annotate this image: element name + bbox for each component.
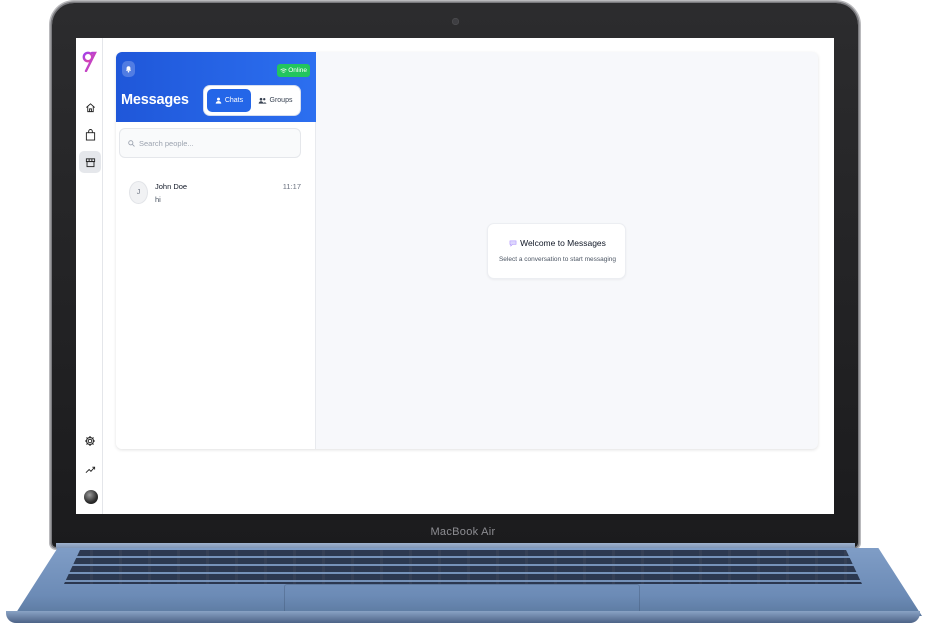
- notifications-button[interactable]: [122, 61, 135, 77]
- laptop-base: [6, 611, 920, 623]
- tab-chats-label: Chats: [224, 97, 244, 104]
- conversation-avatar: J: [129, 181, 148, 204]
- trackpad: [284, 584, 640, 612]
- welcome-title-row: Welcome to Messages: [488, 238, 627, 248]
- welcome-subtitle: Select a conversation to start messaging: [498, 256, 617, 263]
- trending-up-icon[interactable]: [79, 458, 101, 480]
- conversation-preview: hi: [155, 195, 161, 204]
- keyboard: [64, 550, 862, 584]
- home-icon[interactable]: [79, 96, 101, 118]
- users-icon: [258, 97, 267, 104]
- app-logo[interactable]: [81, 50, 99, 73]
- conversation-item[interactable]: J John Doe 11:17 hi: [122, 178, 304, 208]
- conversation-name: John Doe: [155, 182, 188, 191]
- search-icon: [128, 139, 135, 147]
- conversation-time: 11:17: [282, 182, 301, 191]
- device-brand-label: MacBook Air: [430, 526, 496, 538]
- page-title: Messages: [121, 92, 189, 108]
- app-sidebar: [76, 38, 103, 514]
- wifi-icon: [280, 68, 287, 73]
- webcam: [452, 18, 459, 25]
- search-box: [119, 128, 301, 158]
- bell-icon: [125, 66, 132, 73]
- tab-groups-label: Groups: [269, 97, 293, 104]
- chat-type-toggle: Chats Groups: [204, 86, 300, 115]
- welcome-title: Welcome to Messages: [520, 238, 606, 248]
- tab-groups[interactable]: Groups: [253, 89, 297, 112]
- chat-panel-header: Online Messages Chats Groups: [116, 52, 316, 122]
- chat-list-panel: Online Messages Chats Groups Search peop…: [116, 52, 316, 449]
- online-status-label: Online: [288, 67, 307, 74]
- online-status-badge: Online: [277, 64, 310, 77]
- search-input[interactable]: [139, 138, 289, 148]
- tab-chats[interactable]: Chats: [207, 89, 251, 112]
- messages-content-area: Online Messages Chats Groups Search peop…: [116, 52, 818, 449]
- user-avatar[interactable]: [84, 490, 98, 504]
- laptop-screen: Online Messages Chats Groups Search peop…: [76, 38, 834, 514]
- user-icon: [215, 97, 222, 104]
- shopping-bag-icon[interactable]: [79, 124, 101, 146]
- speech-bubble-icon: [509, 240, 517, 247]
- store-icon[interactable]: [79, 151, 101, 173]
- settings-icon[interactable]: [79, 430, 101, 452]
- welcome-card: Welcome to Messages Select a conversatio…: [487, 223, 626, 279]
